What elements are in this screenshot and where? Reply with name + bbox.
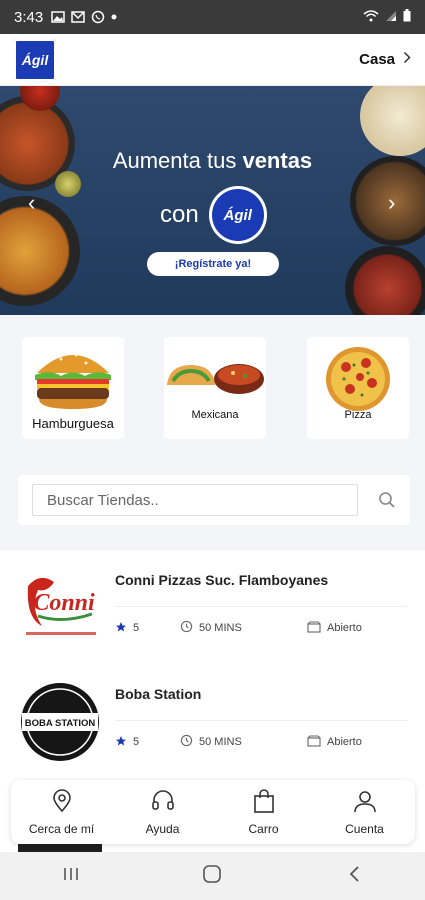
store-status-value: Abierto — [327, 736, 362, 748]
category-card-mexicana[interactable]: Mexicana — [164, 337, 266, 439]
android-nav-bar — [0, 852, 425, 900]
notification-dot-icon — [111, 14, 117, 20]
location-label: Casa — [359, 51, 395, 68]
search-icon[interactable] — [378, 491, 396, 514]
carousel-prev-icon[interactable]: ‹ — [28, 190, 35, 216]
store-logo-boba: BOBA STATION — [18, 682, 102, 762]
clock-icon — [180, 620, 193, 636]
home-icon[interactable] — [182, 864, 242, 889]
divider — [115, 606, 407, 607]
store-logo-text: Conni — [33, 590, 95, 616]
food-plate-image — [345, 246, 425, 315]
store-rating-value: 5 — [133, 736, 140, 748]
store-rating: 5 — [115, 620, 180, 636]
gallery-icon — [51, 11, 65, 23]
burger-icon — [31, 343, 115, 418]
chevron-right-icon — [403, 51, 411, 68]
store-rating: 5 — [115, 734, 180, 750]
food-plate-image — [360, 86, 425, 156]
nav-label: Cerca de mí — [28, 821, 95, 836]
store-delivery-time: 50 MINS — [180, 620, 307, 636]
store-meta: 5 50 MINS Abierto — [115, 620, 407, 636]
food-plate-image — [0, 196, 80, 306]
nav-label: Carro — [248, 821, 279, 836]
store-status: Abierto — [307, 734, 362, 750]
nav-account[interactable]: Cuenta — [314, 780, 415, 844]
banner-headline-prefix: Aumenta tus — [112, 148, 243, 173]
recent-apps-icon[interactable] — [41, 866, 101, 887]
bottom-nav: Cerca de mí Ayuda Carro Cuenta — [11, 780, 415, 844]
whatsapp-icon — [91, 10, 105, 24]
signal-icon — [385, 9, 397, 26]
register-cta-button[interactable]: ¡Regístrate ya! — [147, 252, 279, 276]
store-icon — [307, 620, 321, 636]
store-logo-text: BOBA STATION — [25, 718, 96, 729]
banner-headline: Aumenta tus ventas — [0, 148, 425, 174]
food-plate-image — [55, 171, 81, 197]
banner-subline: con Ágil — [160, 186, 267, 244]
nav-help[interactable]: Ayuda — [112, 780, 213, 844]
star-icon — [115, 735, 127, 750]
pizza-icon — [324, 345, 392, 418]
store-delivery-time: 50 MINS — [180, 734, 307, 750]
app-header: Ágil Casa — [0, 34, 425, 86]
location-selector[interactable]: Casa — [359, 51, 411, 68]
banner-headline-bold: ventas — [242, 148, 313, 173]
store-list: Conni Conni Pizzas Suc. Flamboyanes 5 50… — [0, 550, 425, 778]
nav-cart[interactable]: Carro — [213, 780, 314, 844]
store-card[interactable]: Conni Conni Pizzas Suc. Flamboyanes 5 50… — [0, 550, 425, 664]
wifi-icon — [363, 9, 379, 26]
app-logo-text: Ágil — [21, 51, 49, 68]
banner-subline-text: con — [160, 201, 199, 228]
nav-label: Cuenta — [345, 821, 384, 836]
store-logo-conni: Conni — [18, 568, 102, 648]
status-bar: 3:43 — [0, 0, 425, 34]
search-section — [0, 455, 425, 550]
user-icon — [353, 789, 377, 816]
clock-icon — [180, 734, 193, 750]
app-logo[interactable]: Ágil — [14, 38, 56, 81]
shopping-bag-icon — [253, 788, 275, 816]
category-label: Hamburguesa — [32, 416, 114, 431]
category-card-hamburguesa[interactable]: Hamburguesa — [22, 337, 124, 439]
store-time-value: 50 MINS — [199, 622, 242, 634]
search-container — [18, 475, 410, 525]
store-time-value: 50 MINS — [199, 736, 242, 748]
store-status-value: Abierto — [327, 622, 362, 634]
nav-label: Ayuda — [145, 821, 180, 836]
banner-logo-text: Ágil — [211, 189, 264, 241]
status-time: 3:43 — [14, 8, 44, 26]
status-right-icons — [363, 8, 411, 26]
store-meta: 5 50 MINS Abierto — [115, 734, 407, 750]
store-card[interactable]: BOBA STATION Boba Station 5 50 MINS Abie… — [0, 664, 425, 778]
store-icon — [307, 734, 321, 750]
battery-icon — [403, 8, 411, 26]
promo-banner[interactable]: ‹ › Aumenta tus ventas con Ágil ¡Regístr… — [0, 86, 425, 315]
search-input[interactable] — [32, 484, 358, 516]
carousel-next-icon[interactable]: › — [388, 190, 395, 216]
store-name: Conni Pizzas Suc. Flamboyanes — [115, 572, 329, 588]
location-pin-icon — [52, 788, 72, 816]
nav-nearby[interactable]: Cerca de mí — [11, 780, 112, 844]
headset-icon — [151, 789, 175, 816]
store-rating-value: 5 — [133, 622, 140, 634]
category-label: Mexicana — [191, 409, 239, 421]
taco-icon — [165, 351, 265, 406]
divider — [115, 720, 407, 721]
category-row: Hamburguesa Mexicana Pizza — [0, 315, 425, 455]
back-icon[interactable] — [324, 865, 384, 888]
star-icon — [115, 621, 127, 636]
store-name: Boba Station — [115, 686, 202, 702]
category-card-pizza[interactable]: Pizza — [307, 337, 409, 439]
banner-logo: Ágil — [208, 186, 267, 244]
gmail-icon — [71, 11, 85, 23]
store-status: Abierto — [307, 620, 362, 636]
